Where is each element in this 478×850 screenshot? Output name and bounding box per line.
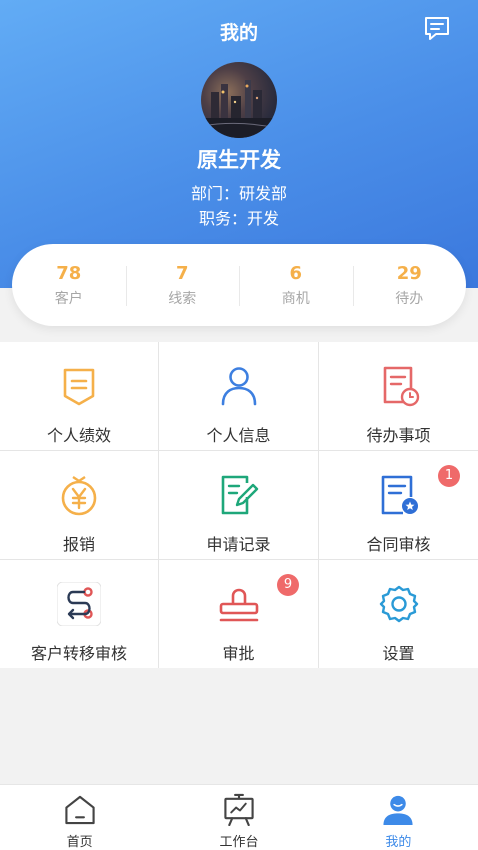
stat-leads[interactable]: 7 线索 (125, 262, 240, 308)
menu-item-personal-info[interactable]: 个人信息 (159, 342, 318, 450)
stat-label: 商机 (281, 291, 310, 307)
menu-item-label: 个人绩效 (46, 426, 111, 445)
menu-item-label: 待办事项 (366, 426, 431, 445)
notification-badge: 1 (438, 465, 460, 487)
avatar[interactable] (201, 62, 277, 138)
tab-workbench[interactable]: 工作台 (159, 785, 318, 850)
user-name: 原生开发 (197, 148, 281, 172)
tab-label: 工作台 (219, 835, 259, 850)
person-icon (221, 367, 256, 406)
page-title: 我的 (219, 22, 258, 44)
stat-label: 客户 (54, 291, 83, 307)
gear-icon (379, 585, 418, 623)
home-icon (65, 795, 95, 825)
menu-item-settings[interactable]: 设置 (319, 560, 478, 668)
menu-item-label: 设置 (382, 644, 415, 663)
menu-item-label: 个人信息 (206, 426, 271, 445)
contract-check-icon (381, 475, 418, 515)
stat-label: 线索 (168, 291, 197, 307)
menu-item-label: 申请记录 (206, 535, 271, 554)
bottom-tab-bar: 首页 工作台 我的 (0, 784, 478, 850)
stat-customers[interactable]: 78 客户 (12, 262, 126, 308)
menu-item-performance[interactable]: 个人绩效 (0, 342, 158, 450)
menu-item-contract-review[interactable]: 合同审核 1 (319, 451, 478, 559)
menu-item-application-records[interactable]: 申请记录 (159, 451, 318, 559)
performance-icon (63, 368, 95, 406)
stat-value: 7 (175, 263, 189, 284)
menu-item-label: 合同审核 (366, 535, 431, 554)
user-position: 职务：开发 (198, 209, 279, 228)
yen-icon (61, 476, 97, 516)
menu-item-approval[interactable]: 审批 9 (159, 560, 318, 668)
message-icon[interactable] (422, 14, 452, 44)
stat-opportunities[interactable]: 6 商机 (239, 262, 353, 308)
stats-card: 78 客户 7 线索 6 商机 29 待办 (12, 244, 466, 326)
menu-item-label: 客户转移审核 (30, 644, 127, 663)
menu-item-reimbursement[interactable]: 报销 (0, 451, 158, 559)
tab-home[interactable]: 首页 (0, 785, 159, 850)
transfer-route-icon (57, 582, 101, 626)
tab-label: 我的 (385, 835, 412, 850)
tab-label: 首页 (66, 835, 93, 850)
notification-badge: 9 (277, 574, 299, 596)
stat-value: 29 (396, 263, 422, 284)
user-department: 部门：研发部 (190, 184, 287, 203)
workbench-icon (224, 793, 254, 826)
avatar-photo (201, 80, 277, 138)
menu-grid: 个人绩效 个人信息 待办事项 报销 申请记录 合同审核 1 客户转移审核 审批 … (0, 342, 478, 668)
user-icon (383, 795, 413, 826)
menu-item-label: 报销 (62, 535, 95, 554)
stat-value: 6 (289, 263, 303, 284)
stat-value: 78 (56, 263, 82, 284)
stat-label: 待办 (395, 291, 424, 307)
tab-mine[interactable]: 我的 (319, 785, 478, 850)
stamp-icon (219, 588, 258, 622)
edit-record-icon (221, 475, 258, 515)
todo-clock-icon (383, 366, 419, 407)
menu-item-label: 审批 (222, 644, 255, 663)
menu-item-todo[interactable]: 待办事项 (319, 342, 478, 450)
menu-item-customer-transfer-review[interactable]: 客户转移审核 (0, 560, 158, 668)
stat-todos[interactable]: 29 待办 (352, 262, 467, 308)
